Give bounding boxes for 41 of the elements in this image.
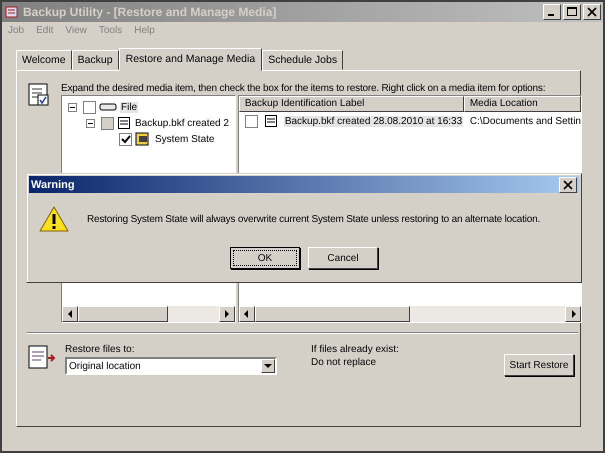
warning-message: Restoring System State will always overwrite current System State unless restoring to an alternate location. [87, 214, 540, 224]
dialog-title: Warning [31, 178, 75, 190]
collapse-icon[interactable] [86, 118, 95, 128]
minimize-icon[interactable] [543, 4, 561, 20]
scrollbar-thumb[interactable] [78, 306, 168, 322]
scroll-right-icon[interactable] [565, 306, 581, 322]
scroll-right-icon[interactable] [218, 306, 235, 322]
warning-icon [39, 205, 69, 233]
checkbox[interactable] [83, 100, 96, 114]
tab[interactable]: Welcome [16, 50, 72, 70]
tab[interactable]: Schedule Jobs [262, 50, 344, 70]
dialog-button[interactable]: OK [230, 247, 300, 269]
checkbox[interactable] [244, 114, 258, 128]
dialog-button[interactable]: Cancel [308, 247, 378, 269]
drive-icon [99, 102, 117, 112]
checkbox[interactable] [119, 132, 132, 146]
if-exist-value: Do not replace [311, 357, 378, 368]
scroll-left-icon[interactable] [238, 306, 255, 322]
start-restore-button[interactable]: Start Restore [504, 354, 574, 376]
window-title: Backup Utility - [Restore and Manage Media] [23, 5, 276, 19]
collapse-icon[interactable] [68, 102, 77, 112]
checklist-icon [27, 81, 51, 107]
column-header[interactable]: Backup Identification Label [238, 96, 464, 112]
close-icon[interactable] [559, 176, 577, 192]
tab[interactable]: Restore and Manage Media [118, 48, 262, 71]
if-exist-label: If files already exist: [311, 344, 399, 355]
list-item[interactable]: Backup.bkf created 28.08.2010 at 16:33 [284, 116, 464, 126]
instruction-text: Expand the desired media item, then check the box for the items to restore. Right click on a media item for options: [61, 83, 546, 94]
tree-item[interactable]: System State [154, 134, 216, 144]
checkbox[interactable] [101, 116, 114, 130]
table-cell-text: C:\Documents and Settin [468, 116, 581, 126]
restore-location-dropdown[interactable]: Original location [65, 357, 277, 375]
close-icon[interactable] [583, 4, 601, 20]
tree-item[interactable]: Backup.bkf created 2 [134, 118, 230, 128]
restore-to-label: Restore files to: [65, 344, 136, 355]
column-header[interactable]: Media Location [464, 96, 581, 112]
scrollbar-thumb[interactable] [254, 306, 410, 322]
scroll-left-icon[interactable] [62, 306, 78, 322]
app-icon [4, 4, 20, 20]
tree-item[interactable]: File [120, 102, 138, 112]
maximize-icon[interactable] [563, 4, 581, 20]
